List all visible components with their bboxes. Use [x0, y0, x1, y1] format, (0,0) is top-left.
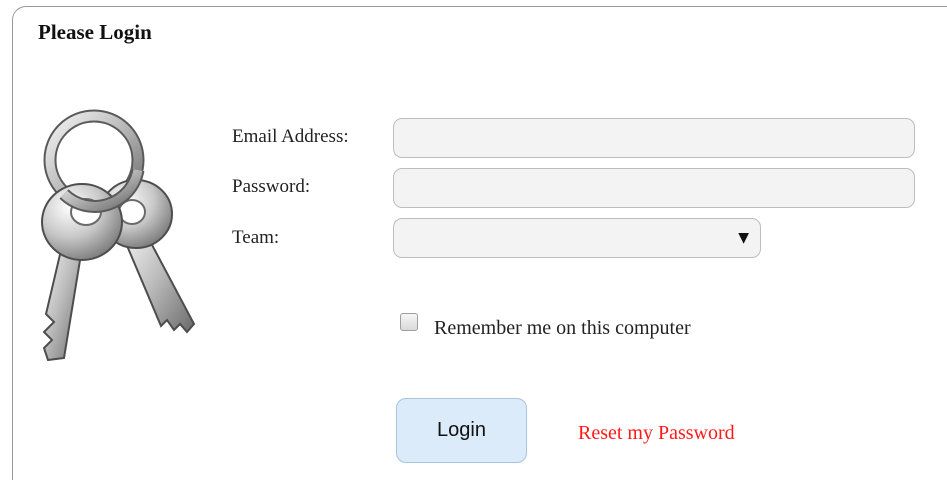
remember-me-label[interactable]: Remember me on this computer: [434, 316, 691, 340]
login-button[interactable]: Login: [396, 398, 527, 463]
password-label: Password:: [232, 176, 311, 197]
email-label: Email Address:: [232, 126, 349, 147]
password-field[interactable]: [393, 168, 915, 208]
panel-title: Please Login: [38, 20, 152, 44]
team-select[interactable]: ▼: [393, 218, 761, 258]
remember-me-checkbox[interactable]: [400, 313, 418, 331]
reset-password-link[interactable]: Reset my Password: [578, 421, 735, 445]
caret-down-icon: ▼: [738, 230, 749, 246]
email-field[interactable]: [393, 118, 915, 158]
team-label: Team:: [232, 227, 280, 248]
keys-icon: [41, 109, 196, 362]
